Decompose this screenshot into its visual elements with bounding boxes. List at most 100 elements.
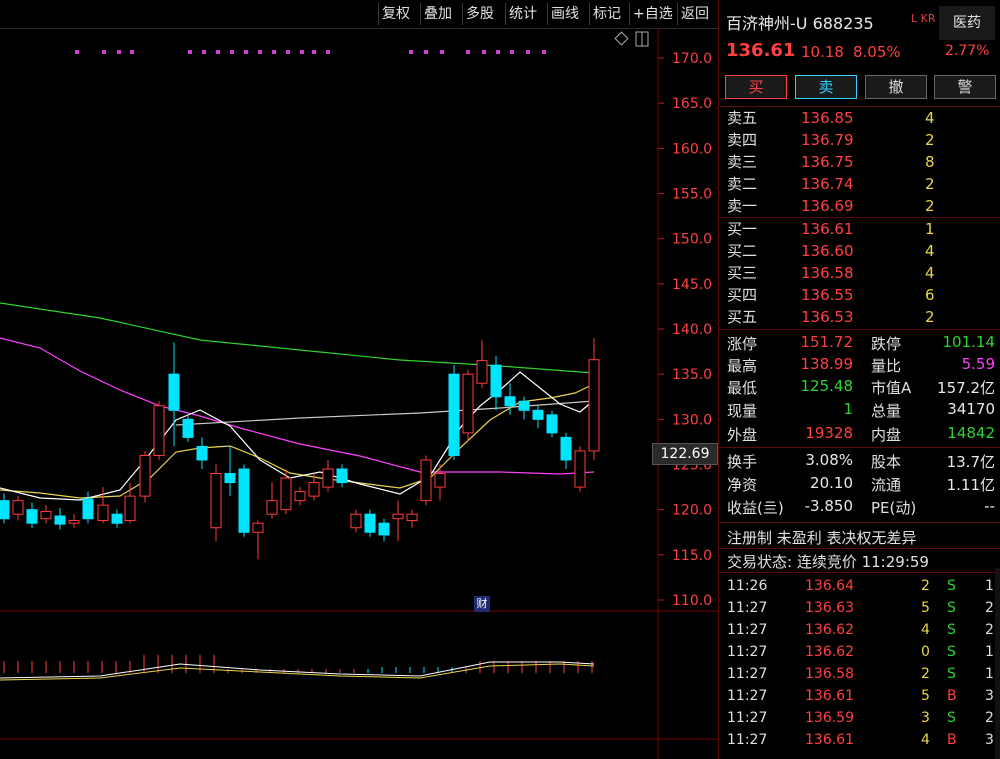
tick-time: 11:27 bbox=[727, 688, 768, 704]
inner-volume-value: 14842 bbox=[947, 424, 995, 442]
tick-side: B bbox=[947, 688, 957, 704]
chart-icons bbox=[614, 31, 649, 47]
event-dot bbox=[272, 50, 276, 54]
candle-body bbox=[574, 450, 586, 488]
overlay-button[interactable]: 叠加 bbox=[420, 3, 455, 25]
sector-box[interactable]: 医药 bbox=[939, 6, 995, 40]
tick-row: 11:27 136.59 3 S 2 bbox=[719, 707, 1000, 729]
current-price-tag: 122.69 bbox=[652, 443, 718, 465]
total-volume-value: 34170 bbox=[947, 400, 995, 418]
statistics-button[interactable]: 统计 bbox=[505, 3, 540, 25]
mark-button[interactable]: 标记 bbox=[589, 3, 624, 25]
bid-label: 买五 bbox=[727, 308, 758, 326]
tick-time: 11:27 bbox=[727, 710, 768, 726]
buy-button[interactable]: 买 bbox=[725, 75, 787, 99]
bid-row[interactable]: 买三 136.58 4 bbox=[719, 262, 1000, 284]
bid-price: 136.60 bbox=[801, 242, 854, 260]
last-price: 136.61 bbox=[726, 40, 796, 61]
eps-value: -3.850 bbox=[804, 497, 853, 515]
candle-body bbox=[139, 454, 151, 497]
bid-price: 136.58 bbox=[801, 264, 854, 282]
bid-label: 买三 bbox=[727, 264, 758, 282]
candle-body bbox=[266, 500, 278, 515]
alert-button[interactable]: 警 bbox=[934, 75, 996, 99]
diamond-icon bbox=[614, 31, 629, 46]
event-dot bbox=[286, 50, 290, 54]
y-tick-label: 145.0 bbox=[672, 277, 712, 293]
financial-report-badge[interactable]: 财 bbox=[474, 596, 490, 612]
stock-flag: L KR bbox=[911, 12, 936, 25]
add-watchlist-button[interactable]: +自选 bbox=[629, 3, 676, 25]
float-shares-value: 1.11亿 bbox=[946, 476, 995, 494]
candle-body bbox=[504, 396, 516, 407]
divider bbox=[719, 548, 1000, 549]
tick-side: B bbox=[947, 732, 957, 748]
total-volume-label: 总量 bbox=[871, 402, 902, 420]
last-volume-label: 现量 bbox=[727, 402, 758, 420]
event-dot bbox=[409, 50, 413, 54]
tick-price: 136.64 bbox=[805, 578, 854, 594]
candle-body bbox=[153, 405, 165, 456]
ask-row[interactable]: 卖三 136.75 8 bbox=[719, 151, 1000, 173]
bid-row[interactable]: 买五 136.53 2 bbox=[719, 306, 1000, 328]
tick-row: 11:27 136.61 5 B 3 bbox=[719, 685, 1000, 707]
tick-side: S bbox=[947, 622, 956, 638]
event-dot bbox=[202, 50, 206, 54]
bid-row[interactable]: 买四 136.55 6 bbox=[719, 284, 1000, 306]
restore-rights-button[interactable]: 复权 bbox=[378, 3, 413, 25]
bid-label: 买一 bbox=[727, 220, 758, 238]
low-value: 125.48 bbox=[800, 377, 854, 395]
bid-vol: 2 bbox=[925, 308, 935, 326]
ask-row[interactable]: 卖四 136.79 2 bbox=[719, 129, 1000, 151]
bid-row[interactable]: 买一 136.61 1 bbox=[719, 218, 1000, 240]
candle-body bbox=[434, 473, 446, 488]
tick-price: 136.61 bbox=[805, 688, 854, 704]
ma120-line bbox=[175, 400, 595, 426]
kline-chart[interactable]: 170.0 165.0 160.0 155.0 150.0 145.0 140.0 135.0… bbox=[0, 28, 718, 759]
ask-price: 136.85 bbox=[801, 109, 854, 127]
back-button[interactable]: 返回 bbox=[677, 3, 712, 25]
event-dot bbox=[526, 50, 530, 54]
tick-n: 2 bbox=[985, 710, 994, 726]
limit-up-label: 涨停 bbox=[727, 335, 758, 353]
cancel-order-button[interactable]: 撤 bbox=[865, 75, 927, 99]
tick-vol: 3 bbox=[921, 710, 930, 726]
trade-status: 交易状态: 连续竞价 11:29:59 bbox=[727, 553, 929, 571]
event-dot bbox=[542, 50, 546, 54]
divider bbox=[719, 572, 1000, 573]
y-tick-label: 120.0 bbox=[672, 503, 712, 519]
tick-side: S bbox=[947, 578, 956, 594]
event-dot bbox=[102, 50, 106, 54]
event-dot bbox=[466, 50, 470, 54]
candle-body bbox=[490, 364, 502, 398]
candle-body bbox=[476, 360, 488, 384]
event-dot bbox=[130, 50, 134, 54]
ask-row[interactable]: 卖二 136.74 2 bbox=[719, 173, 1000, 195]
float-shares-label: 流通 bbox=[871, 476, 902, 494]
turnover-label: 换手 bbox=[727, 453, 758, 471]
candle-body bbox=[68, 520, 80, 524]
ask-vol: 2 bbox=[925, 175, 935, 193]
ask-row[interactable]: 卖一 136.69 2 bbox=[719, 195, 1000, 217]
tick-side: S bbox=[947, 644, 956, 660]
event-dot bbox=[258, 50, 262, 54]
ma5-line bbox=[0, 371, 595, 501]
bid-row[interactable]: 买二 136.60 4 bbox=[719, 240, 1000, 262]
price-change-pct: 8.05% bbox=[853, 43, 901, 61]
listing-notes: 注册制 未盈利 表决权无差异 bbox=[727, 529, 917, 547]
event-dot bbox=[424, 50, 428, 54]
draw-line-button[interactable]: 画线 bbox=[547, 3, 582, 25]
ask-row[interactable]: 卖五 136.85 4 bbox=[719, 107, 1000, 129]
turnover-value: 3.08% bbox=[805, 451, 853, 469]
last-volume-value: 1 bbox=[843, 400, 853, 418]
sell-button[interactable]: 卖 bbox=[795, 75, 857, 99]
tick-vol: 5 bbox=[921, 688, 930, 704]
tick-time: 11:27 bbox=[727, 732, 768, 748]
y-tick-label: 110.0 bbox=[672, 593, 712, 609]
multi-stock-button[interactable]: 多股 bbox=[462, 3, 497, 25]
bid-vol: 6 bbox=[925, 286, 935, 304]
tick-scrollbar[interactable] bbox=[995, 568, 1000, 759]
event-dot bbox=[482, 50, 486, 54]
limit-down-value: 101.14 bbox=[942, 333, 996, 351]
candle-body bbox=[196, 445, 208, 461]
